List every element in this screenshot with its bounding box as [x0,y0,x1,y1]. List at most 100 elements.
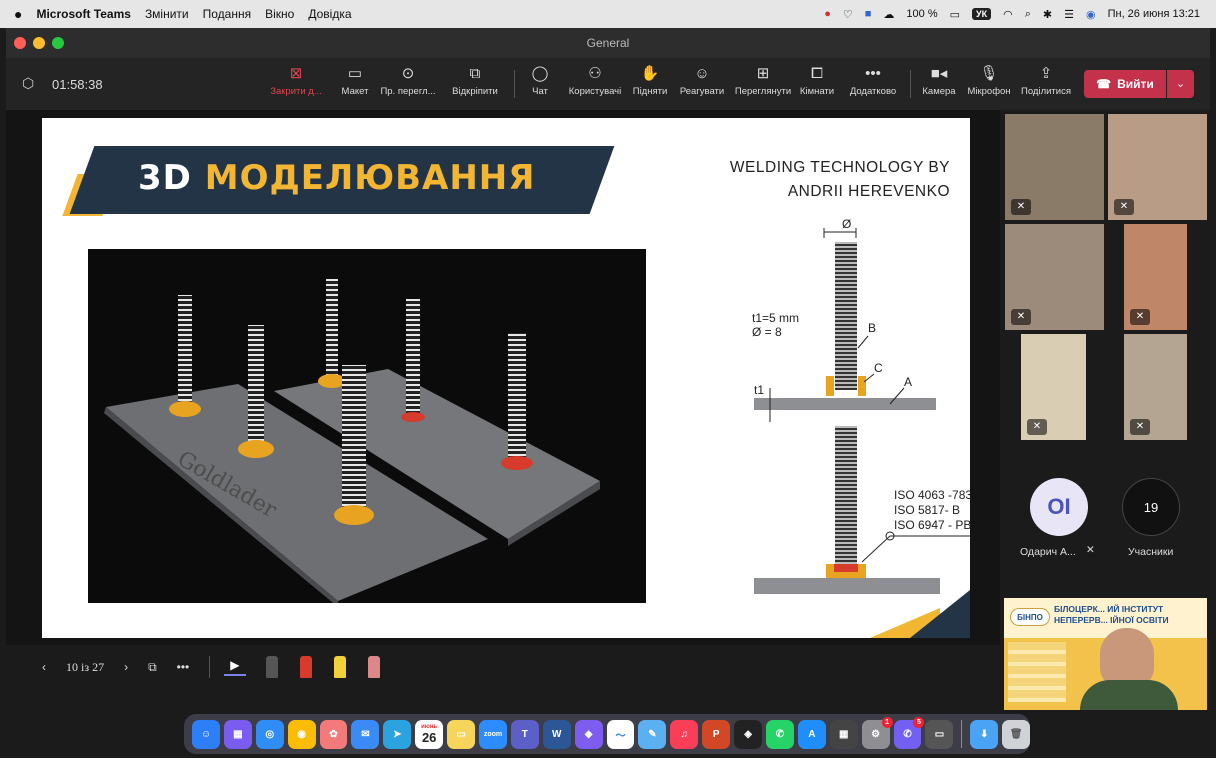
mail-icon[interactable]: ✉ [351,719,380,749]
pen-black-icon[interactable] [265,656,278,678]
screen-icon[interactable]: ▭ [925,719,954,749]
grid-view-icon[interactable]: ⧉ [148,660,157,675]
teams-icon[interactable]: T [510,719,539,749]
apple-icon[interactable]: ● [14,6,22,22]
welding-credit: WELDING TECHNOLOGY BY ANDRII HEREVENKO [710,156,950,204]
share-icon: ⇪ [1039,65,1053,82]
people-button[interactable]: ⚇ Користувачі [564,64,626,108]
tasks-icon[interactable]: ✎ [638,719,667,749]
datetime[interactable]: Пн, 26 июня 13:21 [1108,8,1200,20]
siri-icon[interactable]: ◉ [1086,8,1096,21]
layout-icon: ▭ [347,65,363,82]
word-icon[interactable]: W [542,719,571,749]
slide-counter: 10 із 27 [66,659,105,674]
popout-button[interactable]: ⧉ Відкріпити [448,64,502,108]
menu-edit[interactable]: Змінити [145,7,189,21]
mic-off-icon: ✕ [1011,199,1031,215]
keyboard-layout[interactable]: УК [972,8,992,20]
battery-icon[interactable]: ▭ [950,8,960,21]
meeting-toolbar: ⬡ 01:58:38 ⊠ Закрити д... ▭ Макет ⊙ Пр. пер… [6,58,1210,110]
viber-icon[interactable]: ✆ 5 [893,716,925,749]
menu-help[interactable]: Довідка [308,7,351,21]
rooms-button[interactable]: ⧠ Кімнати [796,64,838,108]
more-button[interactable]: ••• Додатково [846,64,900,108]
participant-tile[interactable]: ✕ [1021,334,1086,440]
control-center-icon[interactable]: ☰ [1064,8,1074,21]
pointer-tool-icon[interactable]: ▶ [224,658,246,676]
participant-tile[interactable]: ✕ [1124,334,1187,440]
preview-button[interactable]: ⊙ Пр. перегл... [378,64,438,108]
window-titlebar: General [6,28,1210,58]
studs-render-graphic: Goldlader [104,279,600,607]
shield-icon[interactable]: ⬡ [22,75,34,92]
mic-icon: 🎙 [979,65,999,82]
trash-icon[interactable]: 🗑 [1002,719,1031,749]
telegram-icon[interactable]: ➤ [383,719,412,749]
photos-icon[interactable]: ✿ [319,719,348,749]
institute-banner: БІНПО БІЛОЦЕРК... ИЙ ІНСТИТУТ НЕПЕРЕРВ..… [1004,598,1207,638]
participant-tile[interactable]: ✕ [1005,114,1104,220]
chat-button[interactable]: ◯ Чат [528,64,552,108]
notes-icon[interactable]: ▭ [447,719,476,749]
layout-button[interactable]: ▭ Макет [338,64,372,108]
share-button[interactable]: ⇪ Поділитися [1018,64,1074,108]
downloads-folder-icon[interactable]: ⬇ [970,719,999,749]
whatsapp-icon[interactable]: ✆ [766,719,794,749]
app-icon[interactable]: ◆ [574,719,603,749]
leave-dropdown-button[interactable]: ⌄ [1167,70,1194,98]
shield-status-icon[interactable]: ♡ [843,8,853,21]
notification-badge: 1 [881,716,893,728]
slide-title-main: МОДЕЛЮВАННЯ [204,158,536,198]
highlighter-yellow-icon[interactable] [333,656,346,678]
prev-slide-button[interactable]: ‹ [42,660,46,674]
search-icon[interactable]: ⌕ [1025,8,1031,21]
react-button[interactable]: ☺ Реагувати [676,64,728,108]
view-button[interactable]: ⊞ Переглянути [732,64,794,108]
launchpad-icon[interactable]: ▦ [223,719,252,749]
dim-diameter-label: Ø [842,218,851,231]
system-settings-icon[interactable]: ⚙ 1 [861,716,893,749]
participant-tile[interactable]: ✕ [1108,114,1207,220]
next-slide-button[interactable]: › [124,660,128,674]
more-options-icon[interactable]: ••• [177,660,190,674]
wifi-icon[interactable]: ◠ [1003,8,1013,21]
raise-hand-button[interactable]: ✋ Підняти [630,64,670,108]
label-a: A [904,375,912,389]
calculator-icon[interactable]: ▦ [829,719,858,749]
freeform-icon[interactable]: 〜 [606,719,635,749]
cloud-icon[interactable]: ☁ [883,8,894,21]
menu-view[interactable]: Подання [203,7,251,21]
participant-avatar[interactable]: OI [1030,478,1088,536]
safari-icon[interactable]: ◎ [255,719,284,749]
zoom-icon[interactable]: zoom [479,719,507,749]
participants-count-button[interactable]: 19 [1122,478,1180,536]
mic-off-icon: ✕ [1011,309,1031,325]
powerpoint-icon[interactable]: P [702,719,731,749]
eraser-icon[interactable] [367,656,380,678]
app-status-icon[interactable]: ■ [865,8,872,20]
institute-title-line-2: НЕПЕРЕРВ... ІЙНОЇ ОСВІТИ [1054,615,1169,625]
pen-red-icon[interactable] [299,656,312,678]
leave-button[interactable]: ☎ Вийти [1084,70,1166,98]
menu-app-name[interactable]: Microsoft Teams [36,7,130,21]
camera-button[interactable]: ■◂ Камера [920,64,958,108]
dim-t1-mm: t1=5 mm [752,311,799,325]
self-video-tile[interactable]: БІНПО БІЛОЦЕРК... ИЙ ІНСТИТУТ НЕПЕРЕРВ..… [1004,598,1207,710]
music-icon[interactable]: ♫ [670,719,699,749]
participant-tile[interactable]: ✕ [1005,224,1104,330]
participant-tile[interactable]: ✕ [1124,224,1187,330]
app-store-icon[interactable]: A [797,719,826,749]
menu-window[interactable]: Вікно [265,7,294,21]
chrome-icon[interactable]: ◉ [287,719,316,749]
calendar-icon[interactable]: июнь 26 [415,719,444,749]
stop-sharing-button[interactable]: ⊠ Закрити д... [268,64,324,108]
finder-icon[interactable]: ☺ [192,719,220,749]
mic-button[interactable]: 🎙 Мікрофон [964,64,1014,108]
slide-corner-dark [910,590,970,638]
toolbar-divider [910,70,911,98]
status-app-icon[interactable]: ● [824,8,831,20]
iso-line-3: ISO 6947 - PB [894,518,970,532]
app-dark-icon[interactable]: ◈ [734,719,763,749]
bluetooth-icon[interactable]: ✱ [1043,8,1052,21]
institute-title-line-1: БІЛОЦЕРК... ИЙ ІНСТИТУТ [1054,604,1164,614]
